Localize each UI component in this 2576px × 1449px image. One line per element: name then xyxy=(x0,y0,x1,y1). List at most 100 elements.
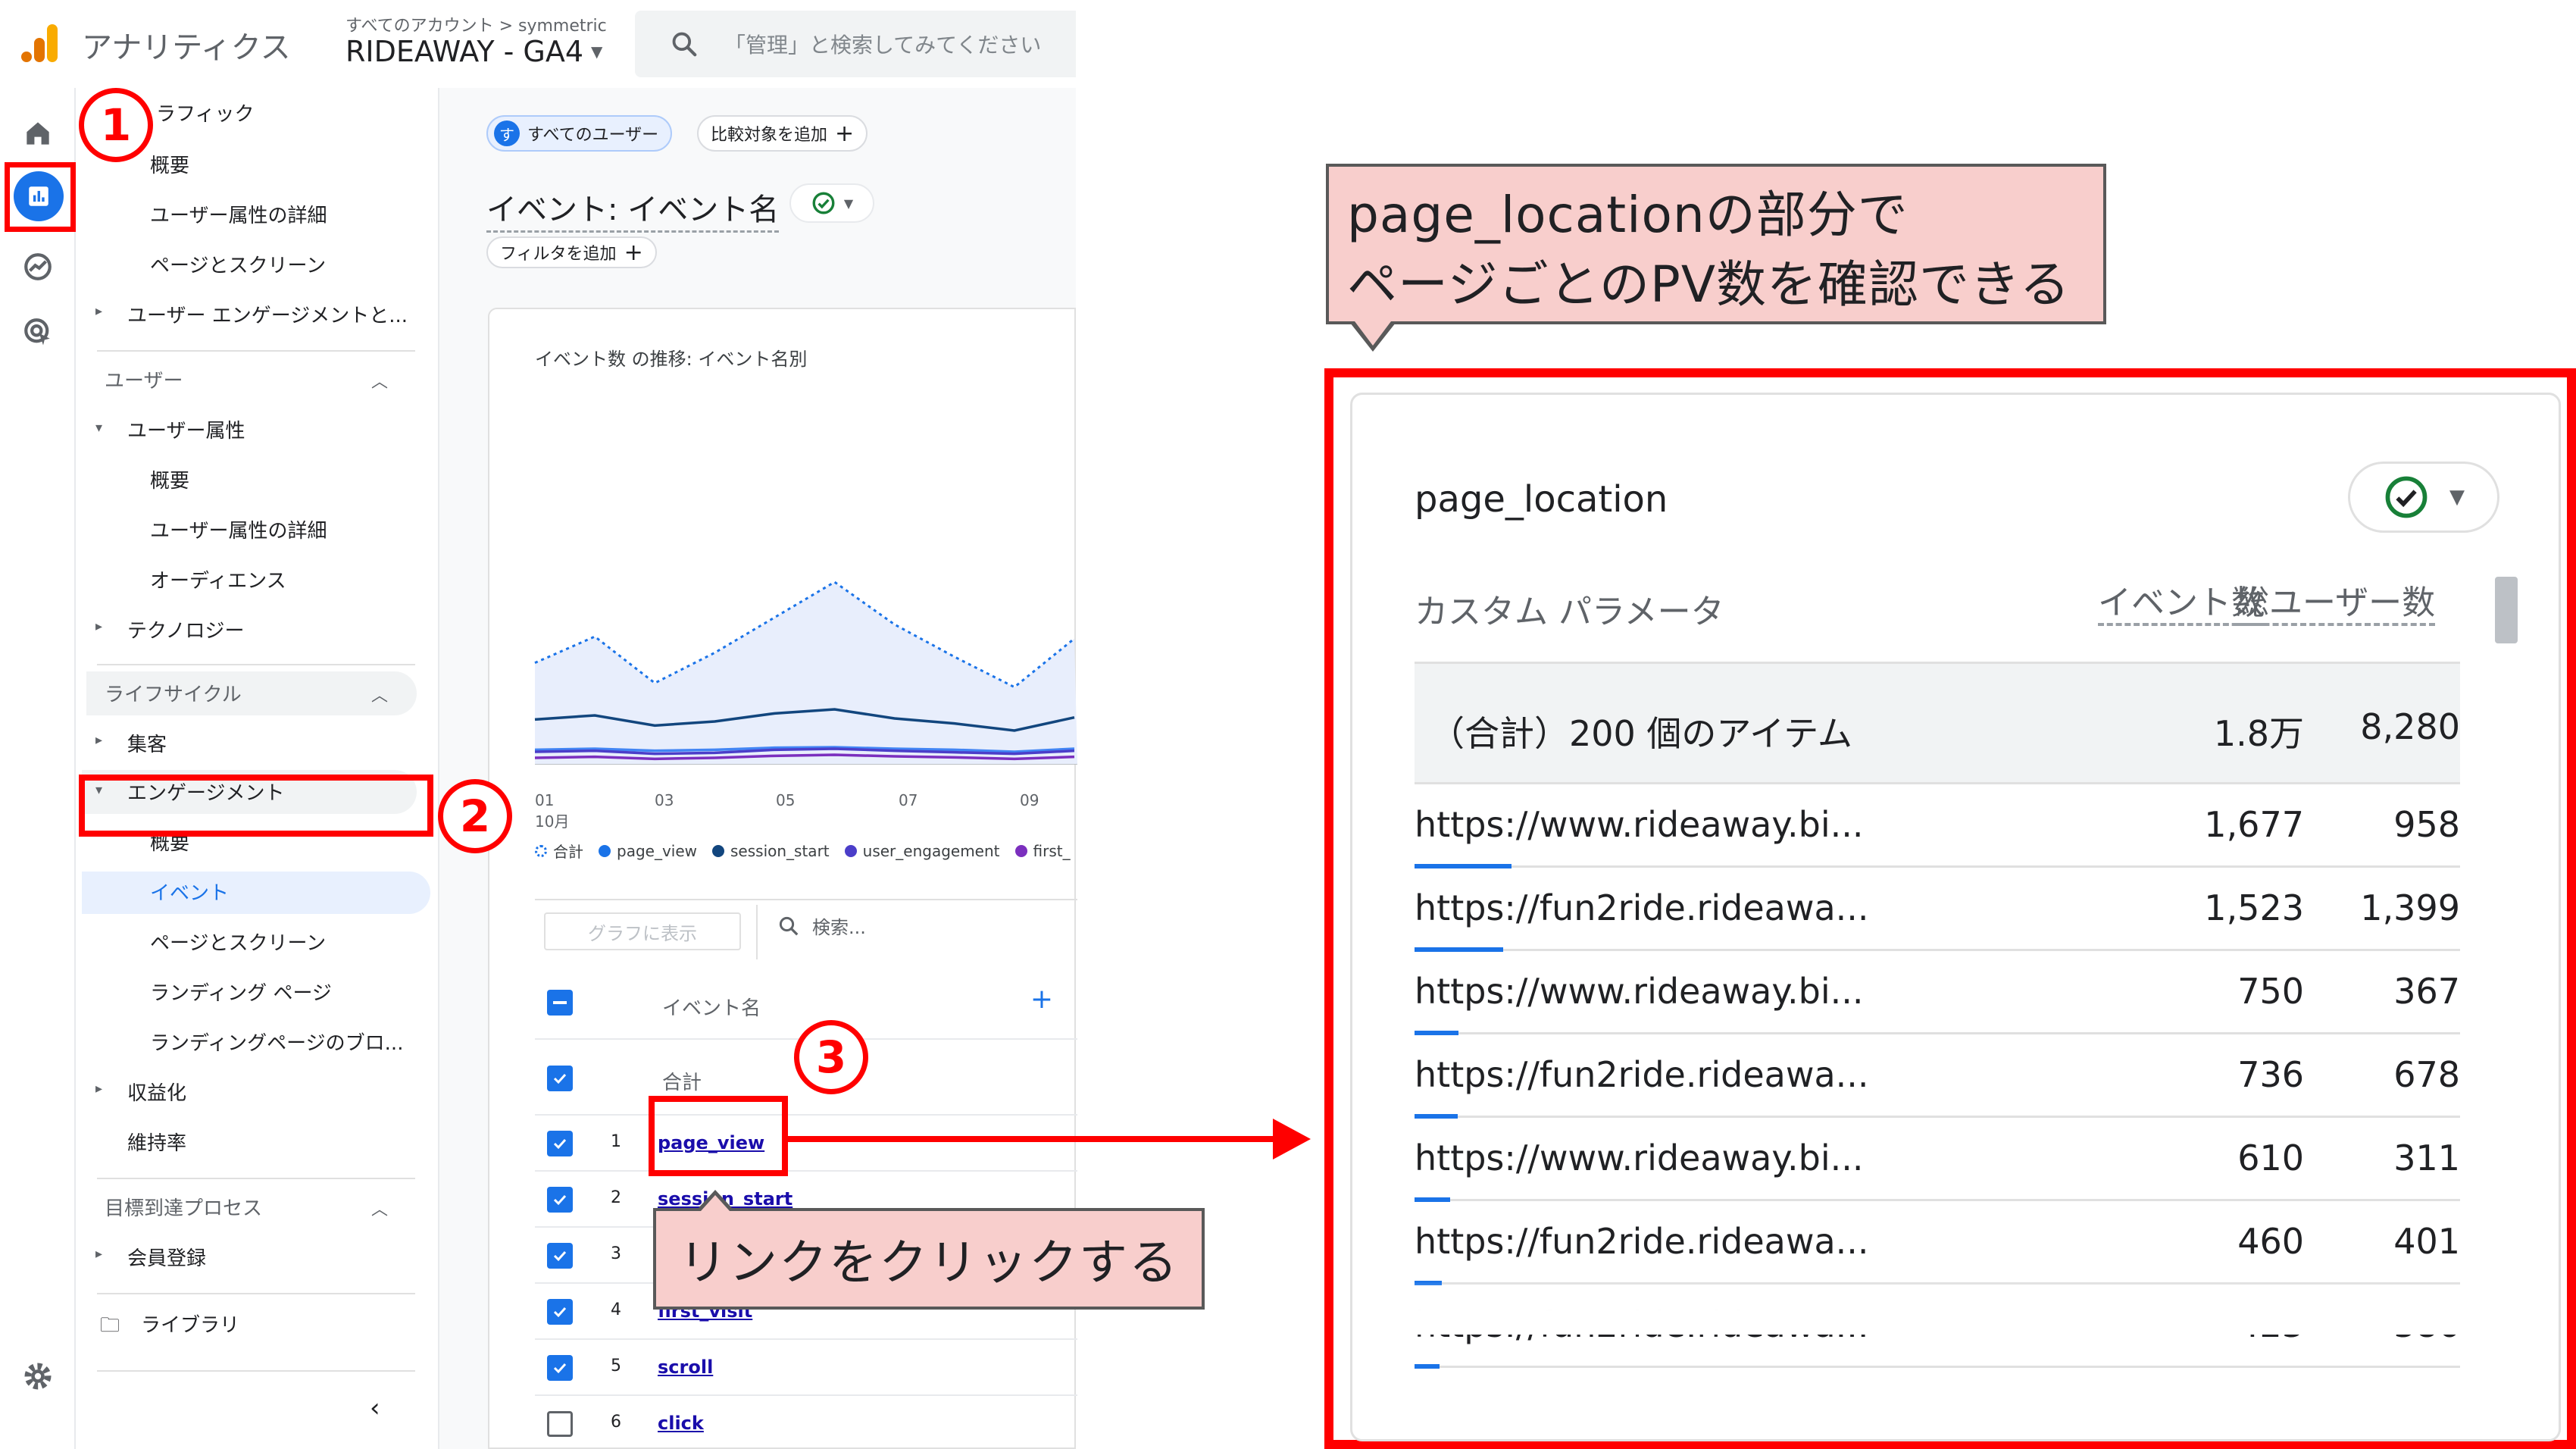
analytics-logo-icon[interactable] xyxy=(21,23,61,64)
chevron-up-icon[interactable]: ︿ xyxy=(371,1196,388,1220)
property-name: RIDEAWAY - GA4 xyxy=(345,35,584,68)
nav-section-funnel[interactable]: 目標到達プロセス xyxy=(105,1193,262,1221)
row-checkbox[interactable] xyxy=(547,1131,573,1156)
expand-arrow-icon: ▸ xyxy=(95,732,103,748)
row-checkbox[interactable] xyxy=(547,1411,573,1437)
home-icon[interactable] xyxy=(17,112,59,155)
add-dimension-plus-icon[interactable]: + xyxy=(1030,984,1053,1015)
scrollbar[interactable] xyxy=(2495,577,2518,643)
page-location-row[interactable]: https://www.rideaway.bi... 1,677 958 xyxy=(1415,784,2460,868)
nav-item-events[interactable]: イベント xyxy=(150,878,229,906)
page-url[interactable]: https://fun2ride.rideawa... xyxy=(1415,1221,1869,1262)
event-name-link[interactable]: scroll xyxy=(658,1357,713,1378)
x-tick: 09 xyxy=(1020,791,1039,809)
page-location-row[interactable]: https://www.rideaway.bi... 610 311 xyxy=(1415,1118,2460,1202)
nav-item-signup[interactable]: 会員登録 xyxy=(127,1243,206,1271)
nav-item-attr-detail[interactable]: ユーザー属性の詳細 xyxy=(150,515,327,543)
comparison-chip-all-users[interactable]: す すべてのユーザー xyxy=(486,115,673,152)
card-status-dropdown[interactable]: ▼ xyxy=(2348,462,2499,533)
row-number: 5 xyxy=(611,1357,621,1375)
step-marker-3: 3 xyxy=(794,1020,868,1094)
nav-section-lifecycle[interactable]: ライフサイクル xyxy=(105,679,242,707)
page-url[interactable]: https://fun2ride.rideawa... xyxy=(1415,887,1869,928)
advertising-icon[interactable] xyxy=(17,311,59,353)
nav-item-landing-blog[interactable]: ランディングページのブロ... xyxy=(150,1028,403,1056)
nav-divider xyxy=(97,350,415,352)
explore-icon[interactable] xyxy=(17,246,59,288)
caret-down-icon: ▼ xyxy=(591,42,603,61)
plot-rows-button[interactable]: グラフに表示 xyxy=(544,912,741,950)
nav-item-audience[interactable]: オーディエンス xyxy=(150,565,286,593)
add-comparison-chip[interactable]: 比較対象を追加 + xyxy=(697,115,868,152)
row-checkbox[interactable] xyxy=(547,1355,573,1381)
nav-item-acquisition[interactable]: 集客 xyxy=(127,729,167,757)
callout-line: page_locationの部分で xyxy=(1347,186,1909,244)
row-number: 4 xyxy=(611,1300,621,1319)
nav-item-technology[interactable]: テクノロジー xyxy=(127,615,244,643)
column-header-total-users[interactable]: 総ユーザー数 xyxy=(2236,584,2436,626)
legend-label: session_start xyxy=(730,841,830,860)
settings-gear-icon[interactable] xyxy=(17,1355,59,1397)
legend-item[interactable]: 合計 xyxy=(535,840,583,862)
page-location-row[interactable]: https://fun2ride.rideawa... 736 678 xyxy=(1415,1034,2460,1119)
chart-legend: 合計 page_view session_start user_engageme… xyxy=(535,840,1071,862)
page-url[interactable]: https://www.rideaway.bi... xyxy=(1415,804,1863,845)
nav-item-pages-screens[interactable]: ページとスクリーン xyxy=(150,250,326,278)
column-header-event-name[interactable]: イベント名 xyxy=(662,993,761,1021)
user-count: 678 xyxy=(2393,1054,2460,1095)
chevron-up-icon[interactable]: ︿ xyxy=(371,368,388,393)
select-all-checkbox[interactable] xyxy=(547,990,573,1016)
page-url[interactable]: https://www.rideaway.bi... xyxy=(1415,1138,1863,1178)
table-search[interactable]: 検索... xyxy=(777,912,866,939)
nav-item-attr-overview[interactable]: 概要 xyxy=(150,465,189,493)
legend-swatch xyxy=(712,844,725,857)
property-selector[interactable]: RIDEAWAY - GA4 ▼ xyxy=(345,35,602,68)
row-checkbox[interactable] xyxy=(547,1243,573,1269)
nav-item-landing-page[interactable]: ランディング ページ xyxy=(150,978,332,1006)
report-status-dropdown[interactable]: ▼ xyxy=(789,183,874,223)
legend-item[interactable]: user_engagement xyxy=(844,840,1000,862)
nav-item-engagement-pages[interactable]: ページとスクリーン xyxy=(150,928,326,956)
nav-item-monetization[interactable]: 収益化 xyxy=(127,1078,186,1106)
add-filter-chip[interactable]: フィルタを追加 + xyxy=(486,236,657,268)
total-checkbox[interactable] xyxy=(547,1066,573,1091)
row-checkbox[interactable] xyxy=(547,1187,573,1213)
page-location-row[interactable]: https://www.rideaway.bi... 750 367 xyxy=(1415,951,2460,1035)
event-count: 460 xyxy=(2237,1221,2304,1262)
nav-item-library[interactable]: ライブラリ xyxy=(141,1310,239,1338)
event-count: 610 xyxy=(2237,1138,2304,1178)
search-bar[interactable]: 「管理」と検索してみてください xyxy=(635,11,1076,77)
nav-item-retention[interactable]: 維持率 xyxy=(127,1128,186,1156)
page-url[interactable]: https://fun2ride.rideawa... xyxy=(1415,1054,1869,1095)
page-location-row[interactable]: https://fun2ride.rideawa... 1,523 1,399 xyxy=(1415,868,2460,952)
column-header-custom-parameter[interactable]: カスタム パラメータ xyxy=(1415,584,1724,633)
collapse-nav-chevron-icon[interactable]: ‹ xyxy=(370,1393,380,1423)
chevron-up-icon[interactable]: ︿ xyxy=(371,682,388,706)
segment-badge: す xyxy=(494,120,520,146)
legend-item[interactable]: first_ xyxy=(1014,840,1071,862)
nav-section-user[interactable]: ユーザー xyxy=(105,365,183,393)
nav-item-user-engagement[interactable]: ユーザー エンゲージメントと... xyxy=(127,300,408,328)
legend-item[interactable]: page_view xyxy=(599,840,697,862)
pointer-arrow-head-icon xyxy=(1273,1119,1311,1160)
event-name-link[interactable]: click xyxy=(658,1413,704,1434)
report-title[interactable]: イベント: イベント名 xyxy=(486,185,780,233)
legend-item[interactable]: session_start xyxy=(712,840,830,862)
x-month-label: 10月 xyxy=(535,812,570,831)
legend-swatch xyxy=(599,844,611,857)
nav-item-user-attributes[interactable]: ユーザー属性 xyxy=(127,415,245,443)
total-area xyxy=(535,582,1077,764)
page-location-row[interactable]: https://fun2ride.rideawa... 460 401 xyxy=(1415,1201,2460,1285)
divider xyxy=(535,899,1077,900)
reports-icon[interactable] xyxy=(14,171,64,221)
row-checkbox[interactable] xyxy=(547,1299,573,1325)
table-search-placeholder: 検索... xyxy=(812,917,866,938)
callout-tail-fill xyxy=(1355,321,1391,346)
nav-item-demographic-detail[interactable]: ユーザー属性の詳細 xyxy=(150,200,327,228)
nav-item-overview[interactable]: 概要 xyxy=(150,150,189,178)
account-breadcrumb[interactable]: すべてのアカウント > symmetric xyxy=(345,12,607,36)
nav-item-traffic[interactable]: ラフィック xyxy=(156,99,254,127)
icon-rail xyxy=(0,88,76,1449)
page-url[interactable]: https://www.rideaway.bi... xyxy=(1415,971,1863,1012)
row-number: 1 xyxy=(611,1132,621,1151)
